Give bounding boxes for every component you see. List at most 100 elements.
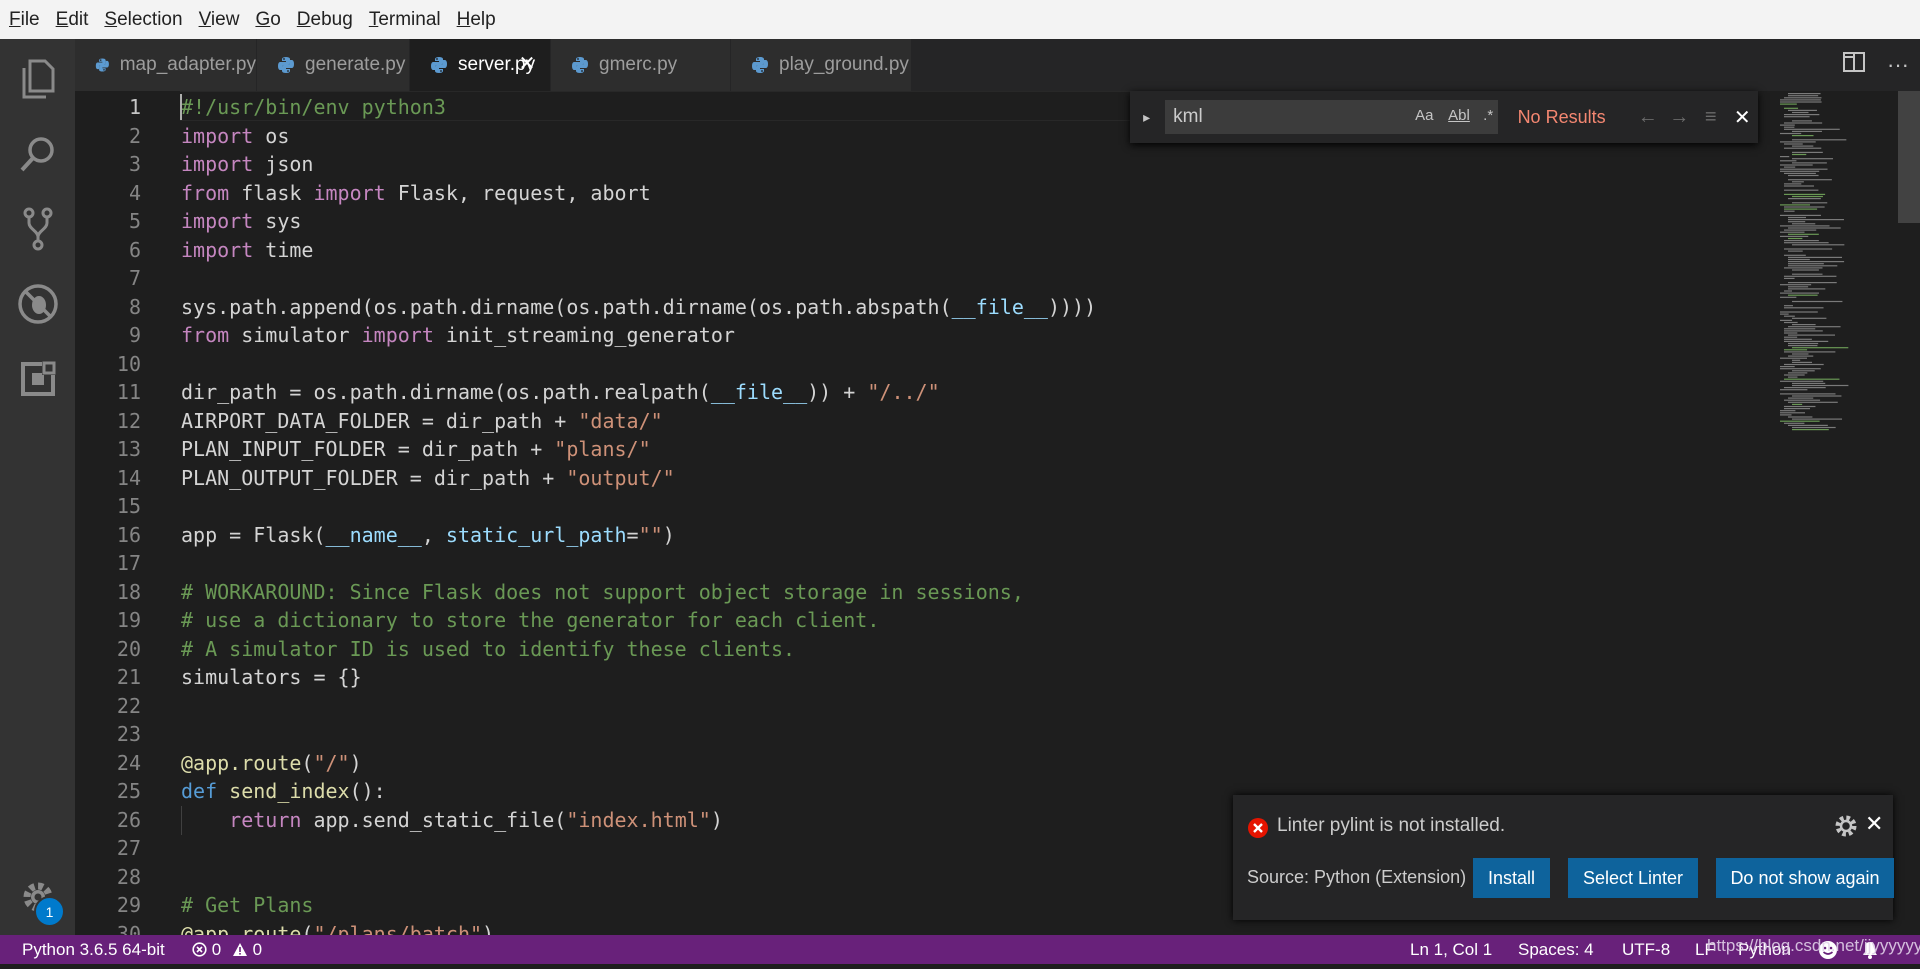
- tab-generate-py[interactable]: generate.py: [257, 39, 410, 91]
- match-whole-word-icon[interactable]: Abl: [1448, 107, 1470, 124]
- code-token: #!/usr/bin/env python3: [181, 95, 446, 120]
- regex-icon[interactable]: .*: [1483, 107, 1493, 124]
- indent-guide: [181, 805, 182, 835]
- code-token: )))): [1047, 294, 1097, 319]
- close-tab-icon[interactable]: ✕: [516, 53, 538, 75]
- code-line[interactable]: 8 sys.path.append(os.path.dirname(os.path…: [75, 293, 1775, 322]
- code-line[interactable]: 12 AIRPORT_DATA_FOLDER = dir_path + "data…: [75, 407, 1775, 436]
- code-line[interactable]: 11 dir_path = os.path.dirname(os.path.rea…: [75, 378, 1775, 407]
- debug-icon[interactable]: [0, 266, 75, 341]
- code-token: "/../": [867, 380, 940, 405]
- find-in-selection-icon[interactable]: ≡: [1695, 106, 1726, 129]
- code-line[interactable]: 6 import time: [75, 236, 1775, 265]
- cursor-position[interactable]: Ln 1, Col 1: [1410, 935, 1492, 964]
- line-number: 3: [128, 152, 141, 177]
- code-token: os: [253, 123, 290, 148]
- explorer-icon[interactable]: [0, 41, 75, 116]
- menu-item-terminal[interactable]: Terminal: [361, 0, 449, 39]
- code-line[interactable]: 15: [75, 492, 1775, 521]
- code-line[interactable]: 23: [75, 720, 1775, 749]
- indentation[interactable]: Spaces: 4: [1518, 935, 1594, 964]
- activity-bar: 1: [0, 39, 75, 935]
- tab-server-py[interactable]: server.py ✕: [410, 39, 551, 91]
- search-icon[interactable]: [0, 116, 75, 191]
- tab-play-ground-py[interactable]: play_ground.py: [731, 39, 912, 91]
- code-line[interactable]: 9 from simulator import init_streaming_ge…: [75, 321, 1775, 350]
- code-text: return app.send_static_file("index.html"…: [181, 808, 723, 832]
- tab-map-adapter-py[interactable]: map_adapter.py: [75, 39, 257, 91]
- notification-settings-icon[interactable]: [1833, 813, 1859, 839]
- code-line[interactable]: 14 PLAN_OUTPUT_FOLDER = dir_path + "outpu…: [75, 464, 1775, 493]
- code-line[interactable]: 21 simulators = {}: [75, 663, 1775, 692]
- tab-label: gmerc.py: [599, 54, 678, 75]
- split-editor-icon[interactable]: [1832, 52, 1876, 78]
- menu-label-rest: erminal: [378, 9, 441, 30]
- code-line[interactable]: 24 @app.route("/"): [75, 749, 1775, 778]
- code-text: def send_index():: [181, 779, 386, 803]
- code-line[interactable]: 4 from flask import Flask, request, abort: [75, 179, 1775, 208]
- code-line[interactable]: 19 # use a dictionary to store the genera…: [75, 606, 1775, 635]
- line-number: 20: [116, 636, 141, 661]
- menu-mnemonic: G: [255, 9, 271, 30]
- code-line[interactable]: 20 # A simulator ID is used to identify t…: [75, 635, 1775, 664]
- menu-item-help[interactable]: Help: [449, 0, 504, 39]
- code-token: def: [181, 779, 218, 804]
- code-token: "": [638, 522, 663, 547]
- line-number: 10: [116, 351, 141, 376]
- code-token: "/plans/batch": [313, 921, 483, 935]
- problems-indicator[interactable]: 0 0: [192, 935, 262, 964]
- menu-label-rest: election: [117, 9, 183, 30]
- next-match-icon[interactable]: →: [1664, 106, 1695, 129]
- source-control-icon[interactable]: [0, 191, 75, 266]
- tab-label: map_adapter.py: [119, 54, 256, 75]
- file-encoding[interactable]: UTF-8: [1622, 935, 1670, 964]
- extensions-icon[interactable]: [0, 341, 75, 416]
- code-line[interactable]: 30 @app.route("/plans/batch"): [75, 920, 1775, 935]
- code-line[interactable]: 3 import json: [75, 150, 1775, 179]
- code-line[interactable]: 22: [75, 692, 1775, 721]
- code-token: from: [181, 180, 230, 205]
- notification-close-icon[interactable]: ✕: [1865, 811, 1883, 837]
- toggle-replace-icon[interactable]: ▸: [1138, 109, 1155, 126]
- line-number: 27: [116, 836, 141, 861]
- watermark-text: https://blog.csdn.net/jjyyyyyy: [1707, 936, 1920, 955]
- select-linter-button[interactable]: Select Linter: [1568, 858, 1698, 898]
- code-token: return: [229, 807, 302, 832]
- code-token: @app.route: [181, 921, 302, 935]
- code-token: # Get Plans: [181, 893, 314, 918]
- do-not-show-again-button[interactable]: Do not show again: [1716, 858, 1894, 898]
- code-token: ,: [421, 522, 446, 547]
- code-line[interactable]: 16 app = Flask(__name__, static_url_path=…: [75, 521, 1775, 550]
- menu-item-edit[interactable]: Edit: [48, 0, 97, 39]
- more-actions-icon[interactable]: ···: [1876, 52, 1920, 78]
- menu-item-go[interactable]: Go: [247, 0, 288, 39]
- menu-item-debug[interactable]: Debug: [289, 0, 361, 39]
- match-case-icon[interactable]: Aa: [1415, 107, 1433, 124]
- code-line[interactable]: 17: [75, 549, 1775, 578]
- minimap[interactable]: [1778, 91, 1898, 445]
- code-token: sys.path.append(os.path.dirname(os.path.…: [181, 294, 952, 319]
- settings-gear-icon[interactable]: [0, 859, 75, 934]
- code-line[interactable]: 10: [75, 350, 1775, 379]
- find-input[interactable]: kml Aa Abl .*: [1165, 100, 1498, 134]
- code-token: @app.route: [181, 750, 302, 775]
- tab-label: generate.py: [305, 54, 406, 75]
- code-text: PLAN_OUTPUT_FOLDER = dir_path + "output/…: [181, 466, 675, 490]
- status-bar: Python 3.6.5 64-bit 0 0 Ln 1, Col 1 Spac…: [0, 935, 1920, 964]
- install-button[interactable]: Install: [1473, 858, 1550, 898]
- code-line[interactable]: 13 PLAN_INPUT_FOLDER = dir_path + "plans/…: [75, 435, 1775, 464]
- code-line[interactable]: 5 import sys: [75, 207, 1775, 236]
- code-line[interactable]: 18 # WORKAROUND: Since Flask does not sup…: [75, 578, 1775, 607]
- tab-gmerc-py[interactable]: gmerc.py: [551, 39, 731, 91]
- menu-item-file[interactable]: File: [0, 0, 48, 39]
- line-number: 8: [128, 294, 141, 319]
- python-interpreter[interactable]: Python 3.6.5 64-bit: [22, 935, 165, 964]
- vertical-scrollbar[interactable]: [1898, 91, 1920, 223]
- close-find-icon[interactable]: ✕: [1727, 105, 1758, 130]
- line-number: 2: [128, 123, 141, 148]
- menu-item-selection[interactable]: Selection: [96, 0, 190, 39]
- code-line[interactable]: 7: [75, 264, 1775, 293]
- line-number: 21: [116, 665, 141, 690]
- previous-match-icon[interactable]: ←: [1632, 106, 1663, 129]
- menu-item-view[interactable]: View: [191, 0, 248, 39]
